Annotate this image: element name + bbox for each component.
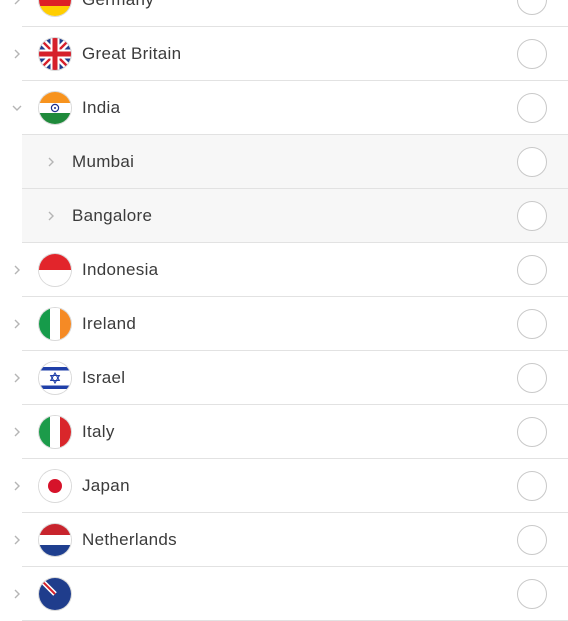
israel-flag-icon [39,361,71,394]
chevron-right-icon[interactable] [10,263,24,277]
indonesia-flag-icon [39,253,71,286]
select-radio[interactable] [517,308,547,339]
list-item-netherlands[interactable]: Netherlands [14,513,568,567]
chevron-right-icon[interactable] [10,0,24,7]
country-label: Japan [82,475,130,495]
select-radio[interactable] [517,92,547,123]
india-flag-icon [39,91,71,124]
select-radio[interactable] [517,200,547,231]
chevron-right-icon[interactable] [44,155,58,169]
chevron-right-icon[interactable] [44,209,58,223]
select-radio[interactable] [517,416,547,447]
city-label: Bangalore [72,205,153,225]
select-radio[interactable] [517,524,547,555]
netherlands-flag-icon [39,523,71,556]
list-item-israel[interactable]: Israel [14,351,568,405]
chevron-right-icon[interactable] [10,533,24,547]
select-radio[interactable] [517,146,547,177]
select-radio[interactable] [517,578,547,609]
chevron-right-icon[interactable] [10,425,24,439]
list-item-germany[interactable]: Germany [14,0,568,27]
country-label: Ireland [82,313,137,333]
list-item-mumbai[interactable]: Mumbai [22,135,568,189]
select-radio[interactable] [517,362,547,393]
chevron-right-icon[interactable] [10,587,24,601]
select-radio[interactable] [517,470,547,501]
list-item-indonesia[interactable]: Indonesia [14,243,568,297]
list-item-ireland[interactable]: Ireland [14,297,568,351]
chevron-down-icon[interactable] [10,101,24,115]
chevron-right-icon[interactable] [10,479,24,493]
country-label: Netherlands [82,529,177,549]
chevron-right-icon[interactable] [10,371,24,385]
japan-flag-icon [39,469,71,502]
germany-flag-icon [39,0,71,16]
great-britain-flag-icon [39,37,71,70]
list-item-india[interactable]: India [12,81,568,135]
list-item-partial[interactable] [14,567,568,621]
list-item-japan[interactable]: Japan [14,459,568,513]
country-label: Indonesia [82,259,159,279]
ireland-flag-icon [39,307,71,340]
select-radio[interactable] [517,254,547,285]
country-label: Italy [82,421,115,441]
list-item-italy[interactable]: Italy [14,405,568,459]
country-list: Germany Great Britain [0,0,568,621]
country-label: Great Britain [82,43,182,63]
list-item-great-britain[interactable]: Great Britain [14,27,568,81]
italy-flag-icon [39,415,71,448]
list-item-bangalore[interactable]: Bangalore [22,189,568,243]
chevron-right-icon[interactable] [10,47,24,61]
select-radio[interactable] [517,0,547,15]
city-label: Mumbai [72,151,135,171]
country-label: India [82,97,121,117]
chevron-right-icon[interactable] [10,317,24,331]
country-label: Germany [82,0,154,10]
partial-flag-icon [39,577,71,610]
country-label: Israel [82,367,126,387]
select-radio[interactable] [517,38,547,69]
